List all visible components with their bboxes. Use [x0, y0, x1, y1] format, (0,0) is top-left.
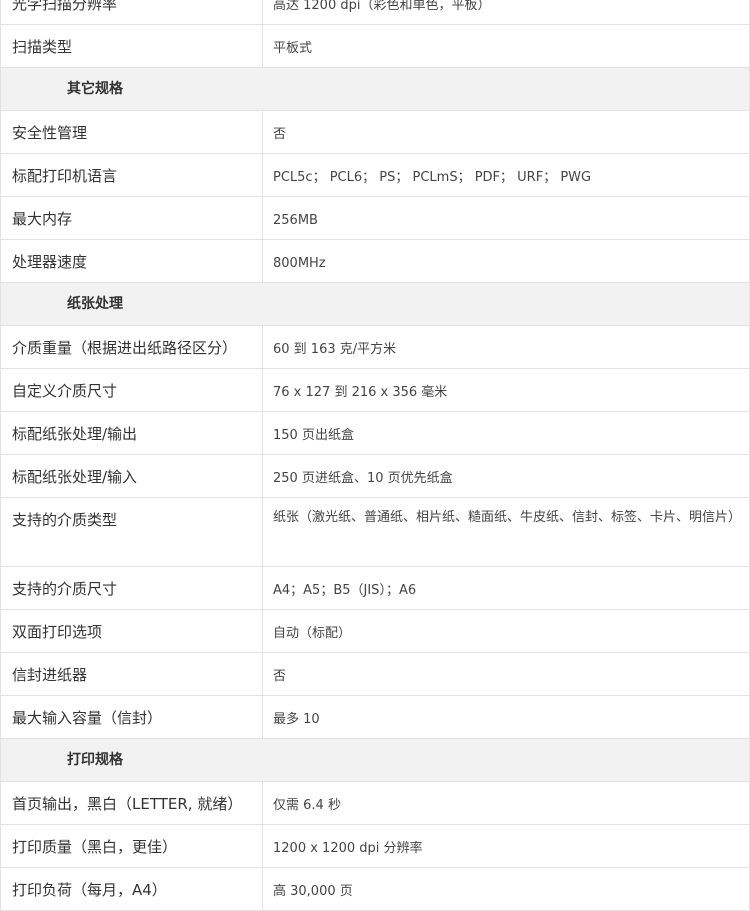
- spec-row: 光学扫描分辨率 高达 1200 dpi（彩色和单色，平板）: [0, 0, 750, 25]
- spec-value: 1200 x 1200 dpi 分辨率: [262, 824, 750, 868]
- spec-label: 处理器速度: [0, 239, 263, 283]
- spec-row: 介质重量（根据进出纸路径区分） 60 到 163 克/平方米: [0, 325, 750, 369]
- spec-table-body: 光学扫描分辨率 高达 1200 dpi（彩色和单色，平板） 扫描类型 平板式 其它规格安…: [0, 0, 750, 911]
- spec-value: 否: [262, 652, 750, 696]
- spec-value: 高达 1200 dpi（彩色和单色，平板）: [262, 0, 750, 25]
- spec-row: 双面打印选项 自动（标配）: [0, 609, 750, 653]
- spec-row: 处理器速度 800MHz: [0, 239, 750, 283]
- spec-row: 自定义介质尺寸 76 x 127 到 216 x 356 毫米: [0, 368, 750, 412]
- spec-row: 安全性管理否: [0, 110, 750, 154]
- section-header-row: 打印规格: [0, 738, 750, 782]
- section-title: 打印规格: [0, 738, 750, 782]
- spec-value: 800MHz: [262, 239, 750, 283]
- spec-value: 高 30,000 页: [262, 867, 750, 911]
- spec-row: 标配打印机语言 PCL5c； PCL6； PS； PCLmS； PDF； URF；…: [0, 153, 750, 197]
- section-header-row: 纸张处理: [0, 282, 750, 326]
- spec-label: 扫描类型: [0, 24, 263, 68]
- spec-value: 仅需 6.4 秒: [262, 781, 750, 825]
- spec-row: 打印负荷（每月，A4）高 30,000 页: [0, 867, 750, 911]
- spec-row: 标配纸张处理/输入 250 页进纸盒、10 页优先纸盒: [0, 454, 750, 498]
- spec-label: 最大输入容量（信封）: [0, 695, 263, 739]
- spec-label: 信封进纸器: [0, 652, 263, 696]
- spec-row: 扫描类型 平板式: [0, 24, 750, 68]
- spec-row: 信封进纸器否: [0, 652, 750, 696]
- spec-value: 256MB: [262, 196, 750, 240]
- spec-label: 标配打印机语言: [0, 153, 263, 197]
- spec-value: 纸张（激光纸、普通纸、相片纸、糙面纸、牛皮纸、信封、标签、卡片、明信片）: [262, 497, 750, 567]
- spec-label: 安全性管理: [0, 110, 263, 154]
- spec-label: 介质重量（根据进出纸路径区分）: [0, 325, 263, 369]
- spec-label: 标配纸张处理/输入: [0, 454, 263, 498]
- section-title: 其它规格: [0, 67, 750, 111]
- spec-label: 自定义介质尺寸: [0, 368, 263, 412]
- spec-value: 60 到 163 克/平方米: [262, 325, 750, 369]
- spec-label: 支持的介质类型: [0, 497, 263, 567]
- spec-label: 光学扫描分辨率: [0, 0, 263, 25]
- spec-label: 打印质量（黑白，更佳）: [0, 824, 263, 868]
- section-title: 纸张处理: [0, 282, 750, 326]
- spec-label: 最大内存: [0, 196, 263, 240]
- spec-value: A4；A5；B5（JIS）；A6: [262, 566, 750, 610]
- spec-value: 150 页出纸盒: [262, 411, 750, 455]
- spec-value: 平板式: [262, 24, 750, 68]
- spec-label: 双面打印选项: [0, 609, 263, 653]
- spec-label: 首页输出，黑白（LETTER, 就绪）: [0, 781, 263, 825]
- spec-label: 标配纸张处理/输出: [0, 411, 263, 455]
- spec-row: 支持的介质尺寸 A4；A5；B5（JIS）；A6: [0, 566, 750, 610]
- spec-row: 标配纸张处理/输出 150 页出纸盒: [0, 411, 750, 455]
- spec-value: 否: [262, 110, 750, 154]
- spec-value: 250 页进纸盒、10 页优先纸盒: [262, 454, 750, 498]
- spec-label: 支持的介质尺寸: [0, 566, 263, 610]
- spec-row: 支持的介质类型 纸张（激光纸、普通纸、相片纸、糙面纸、牛皮纸、信封、标签、卡片、明…: [0, 497, 750, 567]
- spec-row: 打印质量（黑白，更佳） 1200 x 1200 dpi 分辨率: [0, 824, 750, 868]
- spec-value: 76 x 127 到 216 x 356 毫米: [262, 368, 750, 412]
- spec-label: 打印负荷（每月，A4）: [0, 867, 263, 911]
- section-header-row: 其它规格: [0, 67, 750, 111]
- spec-value: 最多 10: [262, 695, 750, 739]
- spec-row: 最大内存 256MB: [0, 196, 750, 240]
- spec-value: PCL5c； PCL6； PS； PCLmS； PDF； URF； PWG: [262, 153, 750, 197]
- spec-row: 最大输入容量（信封） 最多 10: [0, 695, 750, 739]
- spec-row: 首页输出，黑白（LETTER, 就绪） 仅需 6.4 秒: [0, 781, 750, 825]
- spec-value: 自动（标配）: [262, 609, 750, 653]
- spec-table: 光学扫描分辨率 高达 1200 dpi（彩色和单色，平板） 扫描类型 平板式 其它规格安…: [0, 0, 750, 911]
